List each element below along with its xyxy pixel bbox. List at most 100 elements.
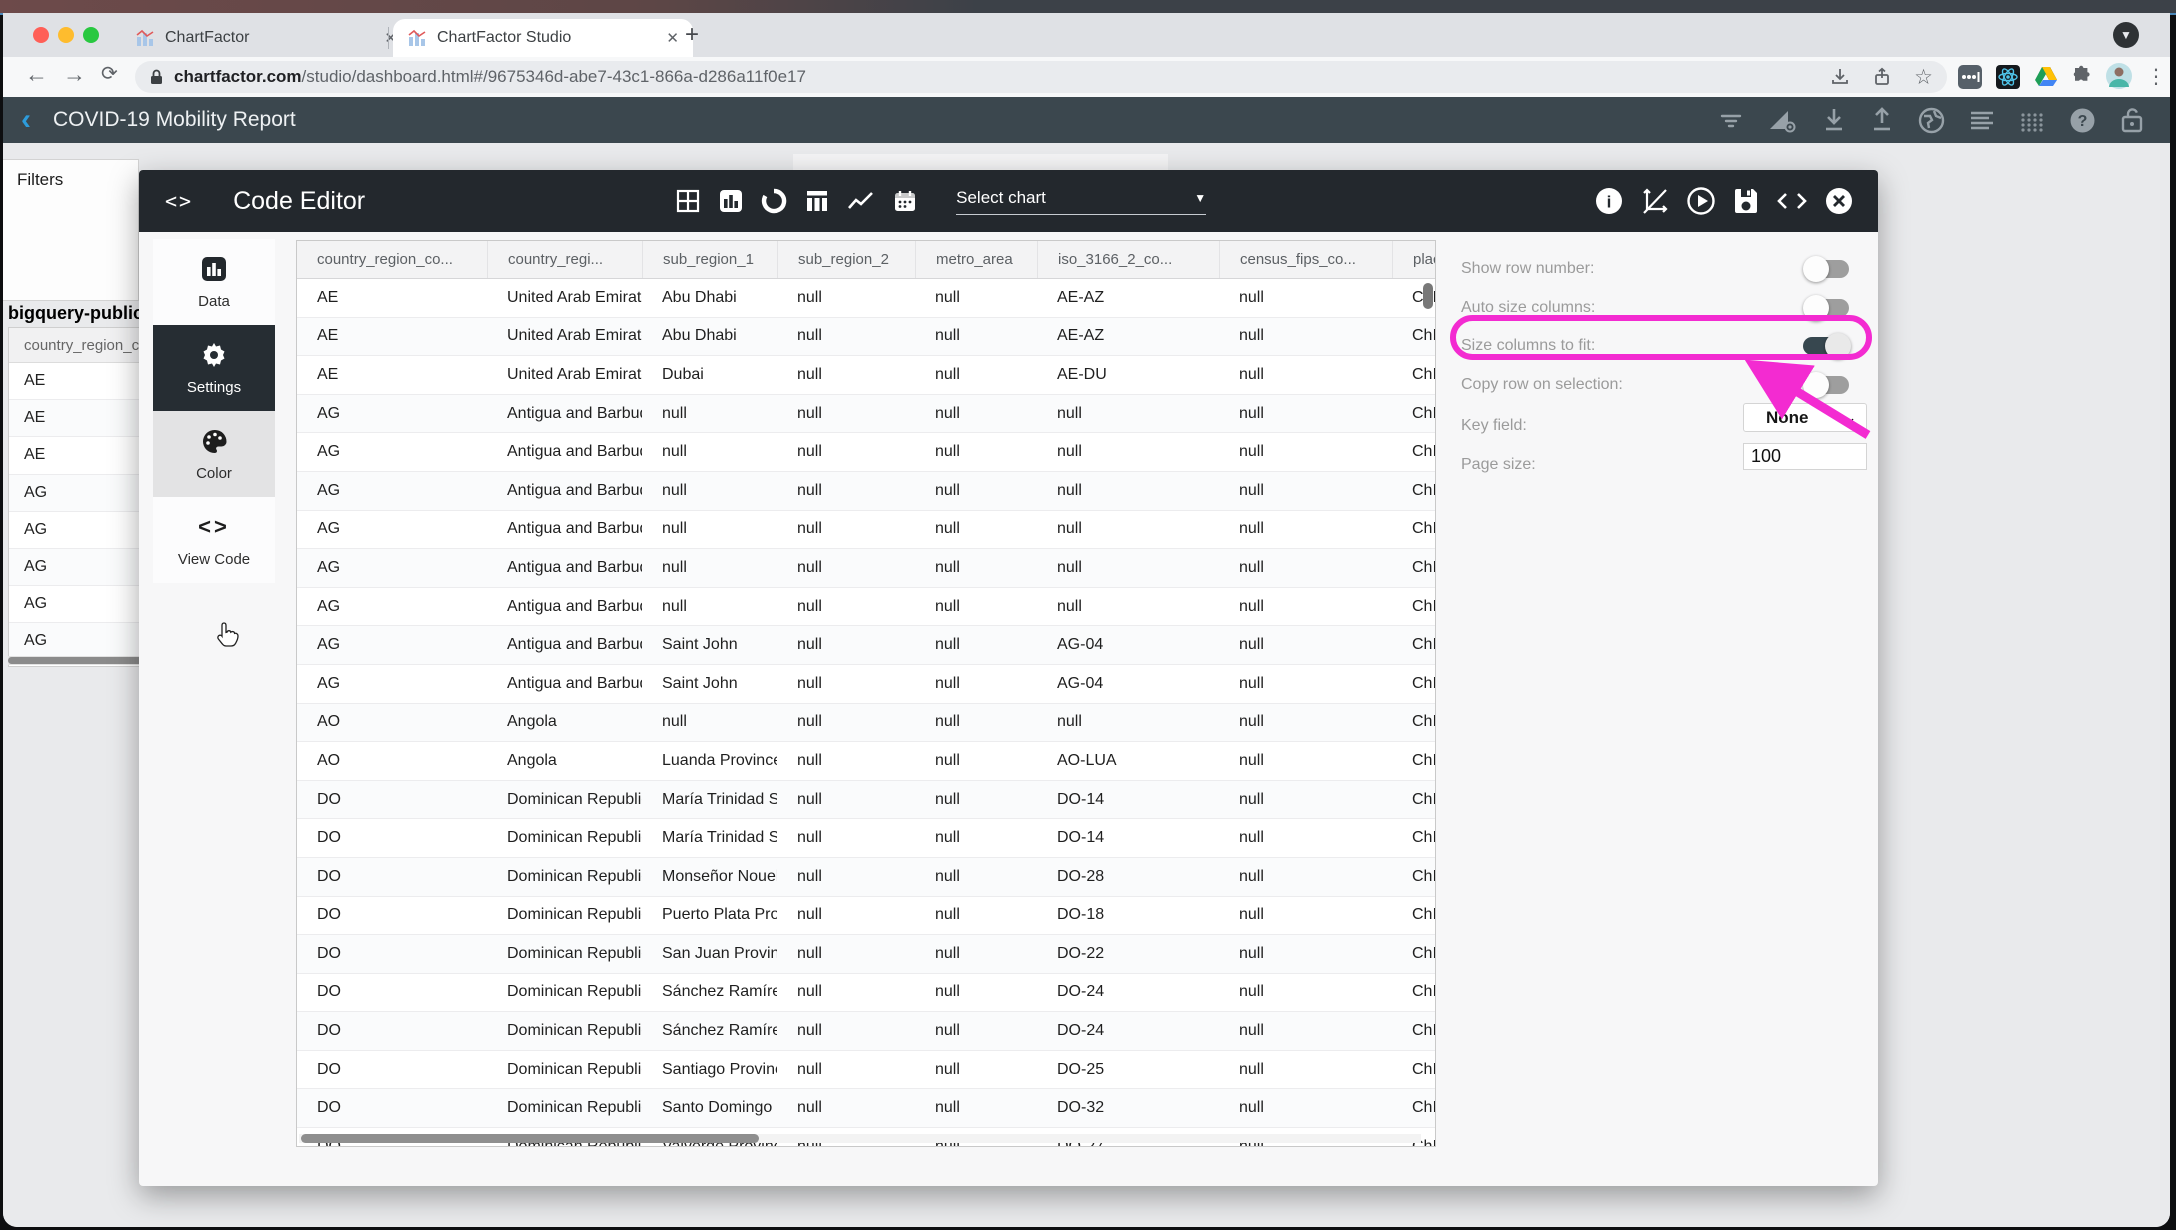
table-cell: Antigua and Barbuda xyxy=(487,395,642,433)
tab-chartfactor-studio[interactable]: ChartFactor Studio ✕ xyxy=(393,19,693,57)
help-icon[interactable]: ? xyxy=(2069,107,2096,134)
column-header[interactable]: sub_region_2 xyxy=(777,241,915,278)
table-row[interactable]: AG xyxy=(9,586,141,623)
new-tab-button[interactable]: + xyxy=(685,21,699,49)
back-button[interactable]: ← xyxy=(25,61,48,88)
install-icon[interactable] xyxy=(1830,67,1850,87)
profile-avatar[interactable] xyxy=(2105,62,2133,90)
minimize-window-button[interactable] xyxy=(58,27,74,43)
table-row[interactable]: AEUnited Arab EmiratesDubainullnullAE-DU… xyxy=(297,356,1436,395)
line-chart-icon[interactable] xyxy=(847,188,875,214)
tab-search-button[interactable]: ▼ xyxy=(2113,22,2139,48)
close-window-button[interactable] xyxy=(33,27,49,43)
table-cell: Monseñor Nouel Province xyxy=(642,858,777,896)
table-row[interactable]: AGAntigua and BarbudaSaint JohnnullnullA… xyxy=(297,626,1436,665)
table-cell: null xyxy=(1219,1051,1392,1089)
table-row[interactable]: AE xyxy=(9,363,141,400)
back-chevron-icon[interactable]: ‹ xyxy=(21,105,31,135)
download-icon[interactable] xyxy=(1822,107,1846,133)
table-cell: null xyxy=(1219,935,1392,973)
dot-grid-icon[interactable] xyxy=(2019,107,2045,133)
globe-icon[interactable] xyxy=(1918,107,1945,134)
table-row[interactable]: AEUnited Arab EmiratesAbu DhabinullnullA… xyxy=(297,279,1436,318)
password-manager-extension-icon[interactable] xyxy=(1956,63,1984,91)
table-row[interactable]: AOAngolaLuanda ProvincenullnullAO-LUAnul… xyxy=(297,742,1436,781)
run-icon[interactable] xyxy=(1686,186,1716,216)
close-icon[interactable] xyxy=(1824,186,1854,216)
table-row[interactable]: DODominican RepublicSánchez Ramírez Prov… xyxy=(297,1012,1436,1051)
sidebar-item-settings[interactable]: Settings xyxy=(153,325,275,411)
table-row[interactable]: AG xyxy=(9,512,141,549)
table-row[interactable]: AG xyxy=(9,623,141,660)
table-row[interactable]: DODominican RepublicSantiago Provincenul… xyxy=(297,1051,1436,1090)
view-code-icon[interactable] xyxy=(1776,186,1808,216)
table-row[interactable]: AOAngolanullnullnullnullnullChIJ xyxy=(297,704,1436,743)
table-cell: María Trinidad Sánchez xyxy=(642,781,777,819)
table-row[interactable]: AGAntigua and Barbudanullnullnullnullnul… xyxy=(297,549,1436,588)
bar-chart-icon[interactable] xyxy=(718,188,744,214)
column-header[interactable]: metro_area xyxy=(915,241,1037,278)
lock-open-icon[interactable] xyxy=(2120,107,2144,134)
column-header[interactable]: sub_region_1 xyxy=(642,241,777,278)
select-chart-dropdown[interactable]: Select chart ▼ xyxy=(956,188,1206,215)
column-chart-icon[interactable] xyxy=(804,188,830,214)
donut-chart-icon[interactable] xyxy=(761,188,787,214)
table-row[interactable]: DODominican RepublicSan Juan Provincenul… xyxy=(297,935,1436,974)
url-bar[interactable]: chartfactor.com/studio/dashboard.html#/9… xyxy=(135,61,1947,93)
zoom-window-button[interactable] xyxy=(83,27,99,43)
react-devtools-extension-icon[interactable] xyxy=(1994,63,2022,91)
sidebar-item-data[interactable]: Data xyxy=(153,239,275,325)
table-row[interactable]: AE xyxy=(9,400,141,437)
column-header[interactable]: country_region_code xyxy=(9,328,141,363)
sidebar-item-color[interactable]: Color xyxy=(153,411,275,497)
table-row[interactable]: AGAntigua and Barbudanullnullnullnullnul… xyxy=(297,395,1436,434)
table-row[interactable]: DODominican RepublicMaría Trinidad Sánch… xyxy=(297,781,1436,820)
table-horizontal-scrollbar[interactable] xyxy=(299,1134,1421,1143)
chart-settings-icon[interactable] xyxy=(1768,107,1798,133)
table-row[interactable]: DODominican RepublicMonseñor Nouel Provi… xyxy=(297,858,1436,897)
table-vertical-scrollbar[interactable] xyxy=(1423,281,1433,1141)
left-table-hscrollbar[interactable] xyxy=(8,656,142,665)
tab-chartfactor[interactable]: ChartFactor ✕ xyxy=(121,19,411,57)
upload-icon[interactable] xyxy=(1870,107,1894,133)
table-row[interactable]: AGAntigua and Barbudanullnullnullnullnul… xyxy=(297,433,1436,472)
reload-button[interactable]: ⟳ xyxy=(101,61,118,86)
setting-label: Show row number: xyxy=(1461,260,1594,278)
table-row[interactable]: DODominican RepublicPuerto Plata Provinc… xyxy=(297,897,1436,936)
table-row[interactable]: AGAntigua and Barbudanullnullnullnullnul… xyxy=(297,511,1436,550)
save-icon[interactable] xyxy=(1732,186,1760,216)
table-cell: null xyxy=(915,318,1037,356)
grid-chart-icon[interactable] xyxy=(675,188,701,214)
sidebar-item-view-code[interactable]: <> View Code xyxy=(153,497,275,583)
calendar-chart-icon[interactable] xyxy=(892,188,918,214)
column-header[interactable]: country_regi... xyxy=(487,241,642,278)
google-drive-extension-icon[interactable] xyxy=(2032,63,2060,91)
table-row[interactable]: AGAntigua and BarbudaSaint JohnnullnullA… xyxy=(297,665,1436,704)
filters-label: Filters xyxy=(17,170,138,190)
table-row[interactable]: AGAntigua and Barbudanullnullnullnullnul… xyxy=(297,472,1436,511)
column-header[interactable]: iso_3166_2_co... xyxy=(1037,241,1219,278)
column-header[interactable]: country_region_co... xyxy=(297,241,487,278)
hide-axes-icon[interactable] xyxy=(1640,186,1670,216)
info-icon[interactable]: i xyxy=(1594,186,1624,216)
browser-menu-icon[interactable]: ⋮ xyxy=(2146,64,2166,89)
forward-button[interactable]: → xyxy=(63,61,86,88)
share-icon[interactable] xyxy=(1872,67,1892,87)
table-row[interactable]: AG xyxy=(9,549,141,586)
list-lines-icon[interactable] xyxy=(1969,107,1995,133)
table-row[interactable]: DODominican RepublicMaría Trinidad Sánch… xyxy=(297,819,1436,858)
extensions-puzzle-icon[interactable] xyxy=(2068,63,2096,91)
table-row[interactable]: AG xyxy=(9,475,141,512)
table-row[interactable]: DODominican RepublicSanto Domingo Provin… xyxy=(297,1089,1436,1128)
column-header[interactable]: place xyxy=(1392,241,1436,278)
bookmark-star-icon[interactable]: ☆ xyxy=(1914,65,1933,90)
table-row[interactable]: AGAntigua and Barbudanullnullnullnullnul… xyxy=(297,588,1436,627)
table-row[interactable]: AEUnited Arab EmiratesAbu DhabinullnullA… xyxy=(297,318,1436,357)
filter-icon[interactable] xyxy=(1718,107,1744,133)
show-row-number-toggle[interactable] xyxy=(1803,259,1849,279)
table-row[interactable]: DODominican RepublicSánchez Ramírez Prov… xyxy=(297,974,1436,1013)
column-header[interactable]: census_fips_co... xyxy=(1219,241,1392,278)
tab-close-icon[interactable]: ✕ xyxy=(666,29,679,47)
table-row[interactable]: AE xyxy=(9,437,141,474)
table-cell: null xyxy=(1219,781,1392,819)
